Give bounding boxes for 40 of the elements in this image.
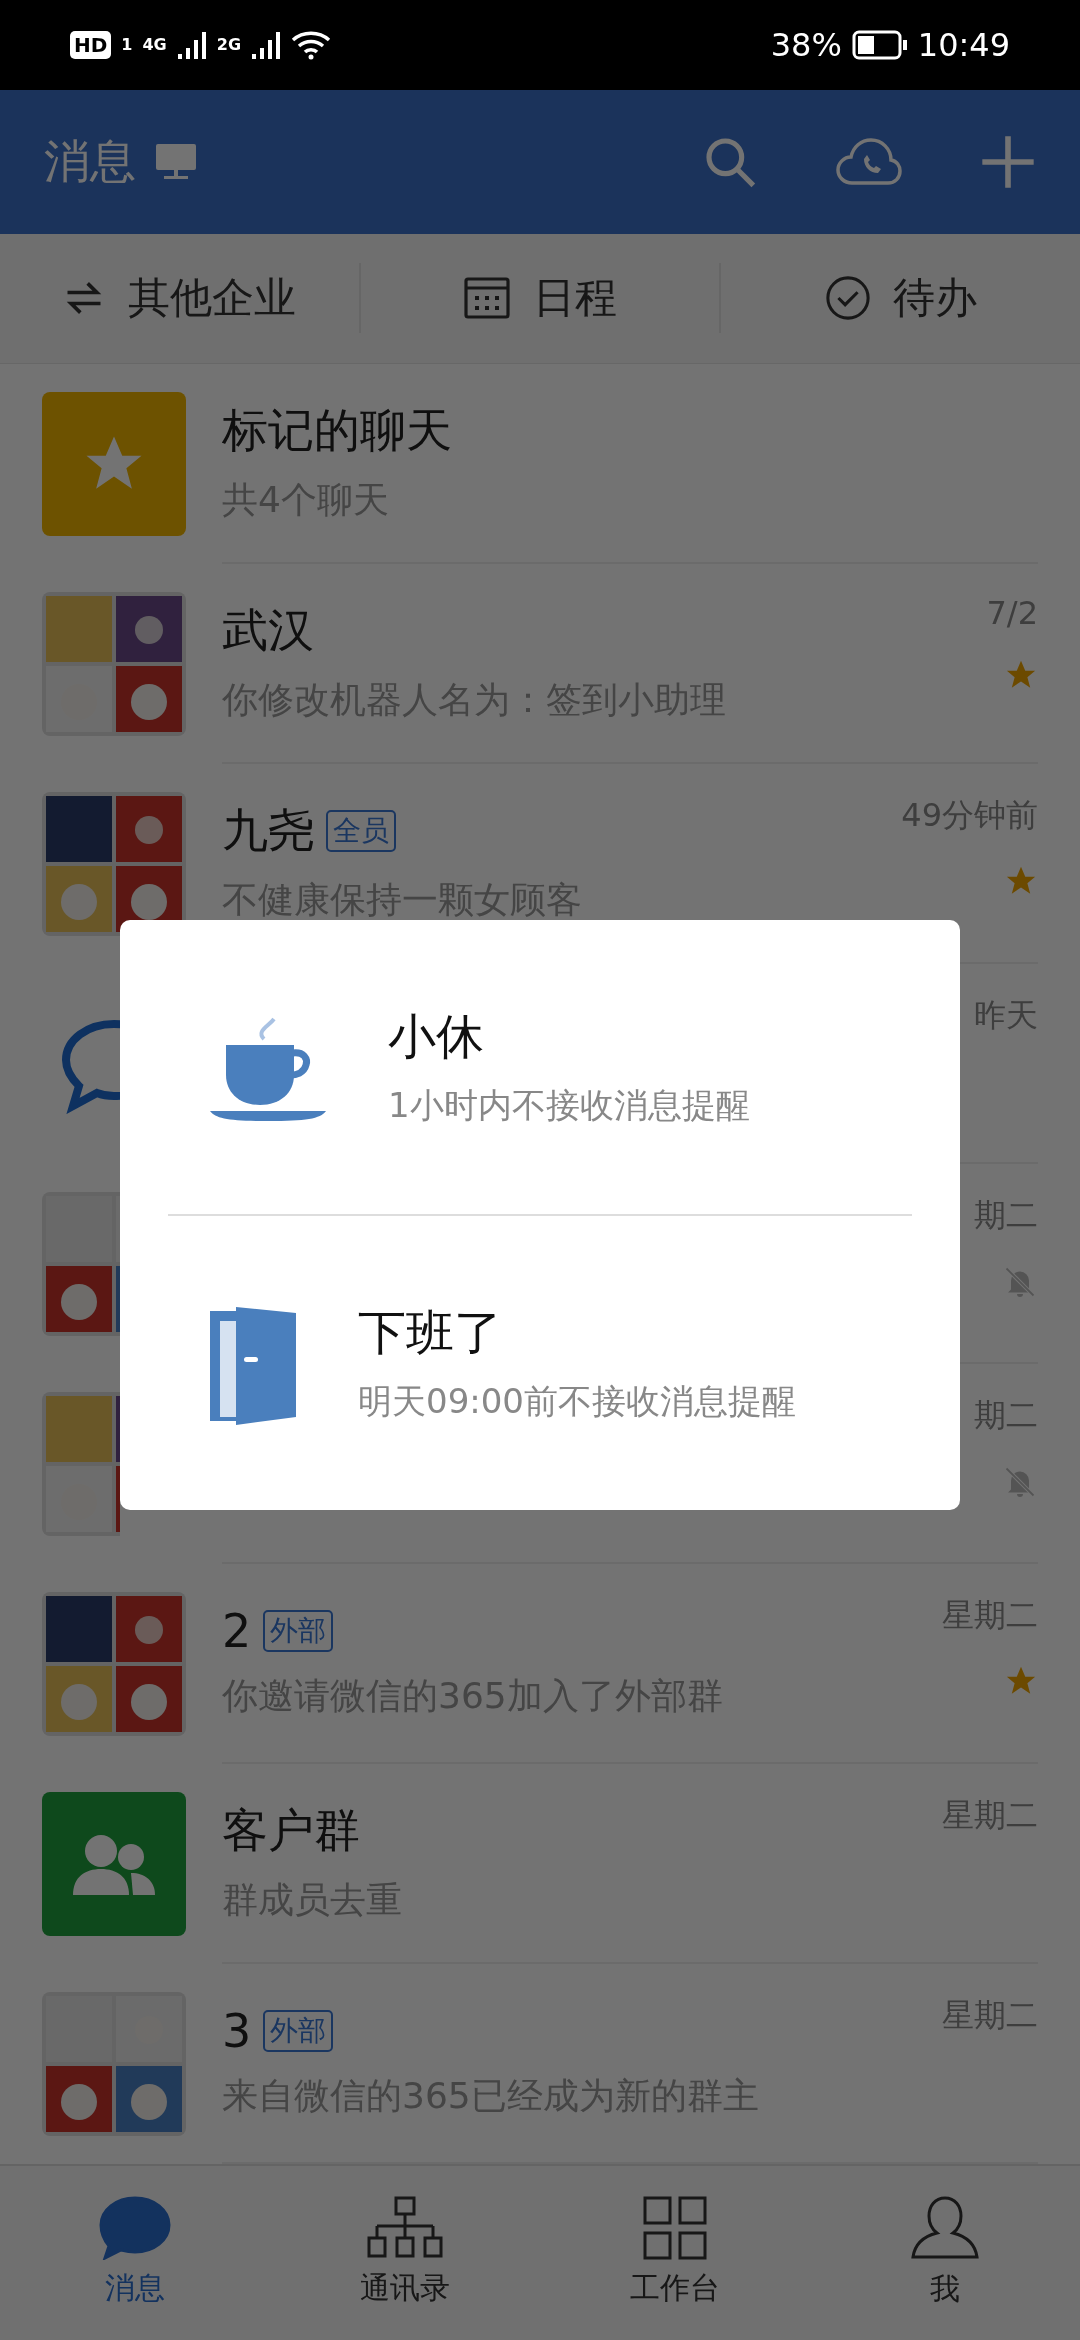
calendar-icon [463, 276, 511, 321]
signal-icon [251, 29, 281, 60]
chat-icon [99, 2196, 171, 2261]
page-title: 消息 [44, 132, 136, 190]
option-title[interactable]: 下班了 [358, 1301, 796, 1365]
option-title[interactable]: 小休 [388, 1005, 750, 1069]
check-circle-icon [824, 275, 871, 322]
nav-tab[interactable]: 消息 [105, 2268, 165, 2310]
hd-badge: HD [70, 30, 112, 59]
shortcut-label[interactable]: 其他企业 [128, 270, 297, 327]
chat-title[interactable]: 3 [222, 2004, 252, 2059]
nav-tab[interactable]: 通讯录 [360, 2268, 450, 2310]
network-label: 2G [216, 35, 241, 55]
option-subtitle: 1小时内不接收消息提醒 [388, 1084, 750, 1127]
sim-label: 1 [121, 35, 133, 55]
monitor-icon [154, 141, 198, 182]
network-label: 4G [142, 35, 167, 55]
chat-title[interactable]: 客户群 [222, 1800, 360, 1863]
wifi-icon [291, 29, 331, 60]
chat-tag: 外部 [263, 2010, 334, 2053]
grid-icon [643, 2196, 707, 2261]
person-icon [911, 2195, 979, 2262]
nav-tab[interactable]: 我 [930, 2269, 960, 2311]
chat-tag: 外部 [263, 1610, 334, 1653]
cloud-phone-icon[interactable] [836, 136, 902, 187]
chat-tag: 全员 [326, 810, 396, 853]
shortcut-label[interactable]: 日程 [533, 270, 617, 327]
clock: 10:49 [917, 25, 1010, 64]
org-chart-icon [367, 2196, 443, 2261]
shortcut-label[interactable]: 待办 [892, 270, 977, 327]
chat-title[interactable]: 武汉 [222, 600, 314, 663]
chat-title[interactable]: 九尧 [222, 800, 314, 863]
chat-title[interactable]: 2 [222, 1604, 252, 1659]
battery-icon [851, 29, 908, 60]
chat-title[interactable]: 标记的聊天 [222, 400, 452, 463]
battery-percent: 38% [770, 25, 842, 64]
signal-icon [176, 29, 207, 60]
nav-tab[interactable]: 工作台 [630, 2268, 720, 2310]
option-subtitle: 明天09:00前不接收消息提醒 [358, 1380, 796, 1423]
plus-icon[interactable] [980, 133, 1036, 190]
